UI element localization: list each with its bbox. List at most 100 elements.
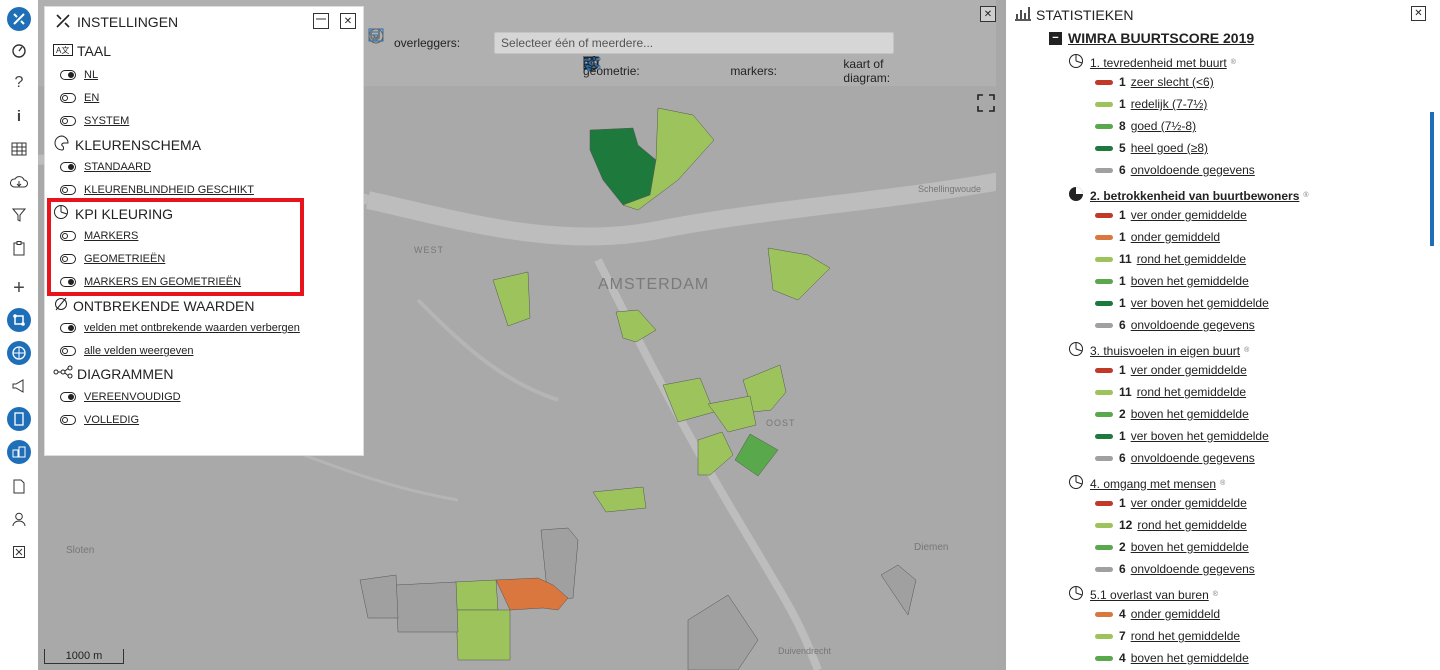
option-label[interactable]: alle velden weergeven [84, 345, 193, 357]
option-label[interactable]: EN [84, 92, 99, 104]
option-full[interactable]: VOLLEDIG [60, 414, 139, 426]
info-superscript-icon[interactable]: ® [1244, 347, 1249, 354]
toggle-off-icon[interactable] [60, 254, 76, 264]
legend-row[interactable]: 7 rond het gemiddelde [1095, 629, 1240, 643]
settings-tools-icon[interactable] [7, 7, 31, 31]
legend-row[interactable]: 1 onder gemiddeld [1095, 230, 1220, 244]
globe-icon[interactable] [7, 341, 31, 365]
legend-label[interactable]: onder gemiddeld [1131, 230, 1220, 244]
legend-label[interactable]: boven het gemiddelde [1131, 274, 1249, 288]
group-title[interactable]: WIMRA BUURTSCORE 2019 [1068, 30, 1254, 46]
filter-icon[interactable] [583, 56, 693, 81]
toggle-on-icon[interactable] [60, 392, 76, 402]
legend-label[interactable]: onvoldoende gegevens [1131, 562, 1255, 576]
legend-row[interactable]: 11 rond het gemiddelde [1095, 252, 1246, 266]
option-en[interactable]: EN [60, 92, 99, 104]
legend-label[interactable]: ver onder gemiddelde [1131, 363, 1247, 377]
toggle-off-icon[interactable] [60, 93, 76, 103]
legend-row[interactable]: 1 redelijk (7-7½) [1095, 97, 1207, 111]
info-superscript-icon[interactable]: ® [1213, 591, 1218, 598]
legend-row[interactable]: 6 onvoldoende gegevens [1095, 562, 1255, 576]
legend-row[interactable]: 2 boven het gemiddelde [1095, 540, 1249, 554]
toggle-on-icon[interactable] [60, 162, 76, 172]
buildings-icon[interactable] [7, 440, 31, 464]
user-icon[interactable] [7, 507, 31, 531]
kpi-title[interactable]: 3. thuisvoelen in eigen buurt [1090, 344, 1240, 358]
legend-label[interactable]: boven het gemiddelde [1131, 407, 1249, 421]
kpi-header[interactable]: 3. thuisvoelen in eigen buurt ® [1068, 341, 1249, 360]
option-nl[interactable]: NL [60, 69, 98, 81]
option-label[interactable]: GEOMETRIEËN [84, 253, 165, 265]
kpi-title[interactable]: 5.1 overlast van buren [1090, 588, 1209, 602]
dashboard-gauge-icon[interactable] [7, 38, 31, 62]
legend-row[interactable]: 2 boven het gemiddelde [1095, 407, 1249, 421]
option-markers[interactable]: MARKERS [60, 230, 138, 242]
option-label[interactable]: MARKERS EN GEOMETRIEËN [84, 276, 241, 288]
legend-row[interactable]: 1 ver onder gemiddelde [1095, 496, 1247, 510]
legend-label[interactable]: rond het gemiddelde [1137, 518, 1246, 532]
option-hide-missing[interactable]: velden met ontbrekende waarden verbergen [60, 322, 300, 334]
legend-row[interactable]: 4 onder gemiddeld [1095, 607, 1220, 621]
scrollbar[interactable] [1430, 112, 1434, 246]
legend-row[interactable]: 4 boven het gemiddelde [1095, 651, 1249, 665]
clipboard-icon[interactable] [7, 236, 31, 260]
legend-label[interactable]: ver boven het gemiddelde [1131, 296, 1269, 310]
legend-label[interactable]: ver onder gemiddelde [1131, 496, 1247, 510]
toggle-off-icon[interactable] [60, 346, 76, 356]
option-label[interactable]: velden met ontbrekende waarden verbergen [84, 322, 300, 334]
option-markers-and-geometries[interactable]: MARKERS EN GEOMETRIEËN [60, 276, 241, 288]
toggle-off-icon[interactable] [60, 116, 76, 126]
option-label[interactable]: STANDAARD [84, 161, 151, 173]
option-standard[interactable]: STANDAARD [60, 161, 151, 173]
kpi-title[interactable]: 1. tevredenheid met buurt [1090, 56, 1227, 70]
info-superscript-icon[interactable]: ® [1220, 480, 1225, 487]
option-label[interactable]: VOLLEDIG [84, 414, 139, 426]
collapse-icon[interactable]: − [1049, 31, 1062, 45]
legend-row[interactable]: 6 onvoldoende gegevens [1095, 318, 1255, 332]
kpi-title[interactable]: 4. omgang met mensen [1090, 477, 1216, 491]
kpi-header[interactable]: 5.1 overlast van buren ® [1068, 585, 1218, 604]
table-icon[interactable] [7, 137, 31, 161]
legend-label[interactable]: onder gemiddeld [1131, 607, 1220, 621]
map-pin-icon[interactable] [583, 56, 717, 81]
info-icon[interactable]: i [7, 104, 31, 128]
close-box-icon[interactable] [7, 540, 31, 564]
fullscreen-icon[interactable] [976, 93, 996, 113]
legend-row[interactable]: 5 heel goed (≥8) [1095, 141, 1208, 155]
legend-label[interactable]: goed (7½-8) [1131, 119, 1196, 133]
legend-label[interactable]: boven het gemiddelde [1131, 651, 1249, 665]
option-label[interactable]: SYSTEM [84, 115, 129, 127]
legend-row[interactable]: 11 rond het gemiddelde [1095, 385, 1246, 399]
group-header[interactable]: − WIMRA BUURTSCORE 2019 [1049, 30, 1254, 46]
info-superscript-icon[interactable]: ® [1231, 59, 1236, 66]
legend-label[interactable]: ver boven het gemiddelde [1131, 429, 1269, 443]
map-icon[interactable] [583, 56, 954, 81]
option-geometries[interactable]: GEOMETRIEËN [60, 253, 165, 265]
toggle-off-icon[interactable] [60, 415, 76, 425]
legend-row[interactable]: 1 boven het gemiddelde [1095, 274, 1249, 288]
legend-row[interactable]: 8 goed (7½-8) [1095, 119, 1196, 133]
option-system[interactable]: SYSTEM [60, 115, 129, 127]
close-map-button[interactable]: ✕ [980, 6, 996, 22]
legend-label[interactable]: rond het gemiddelde [1137, 252, 1246, 266]
magnet-icon[interactable] [370, 30, 943, 53]
option-show-all[interactable]: alle velden weergeven [60, 345, 193, 357]
legend-row[interactable]: 1 ver onder gemiddelde [1095, 363, 1247, 377]
legend-row[interactable]: 1 ver boven het gemiddelde [1095, 296, 1269, 310]
globe-icon[interactable] [584, 57, 669, 81]
toggle-on-icon[interactable] [60, 277, 76, 287]
legend-label[interactable]: ver onder gemiddelde [1131, 208, 1247, 222]
megaphone-icon[interactable] [7, 374, 31, 398]
kpi-header[interactable]: 4. omgang met mensen ® [1068, 474, 1225, 493]
legend-label[interactable]: heel goed (≥8) [1131, 141, 1208, 155]
legend-label[interactable]: onvoldoende gegevens [1131, 318, 1255, 332]
kpi-header[interactable]: 2. betrokkenheid van buurtbewoners ® [1068, 186, 1309, 205]
document-icon[interactable] [7, 474, 31, 498]
toggle-off-icon[interactable] [60, 231, 76, 241]
option-label[interactable]: NL [84, 69, 98, 81]
toggle-on-icon[interactable] [60, 323, 76, 333]
kpi-title[interactable]: 2. betrokkenheid van buurtbewoners [1090, 189, 1299, 203]
chevron-down-circle-icon[interactable] [368, 28, 917, 53]
option-colorblind[interactable]: KLEURENBLINDHEID GESCHIKT [60, 184, 254, 196]
legend-label[interactable]: zeer slecht (<6) [1131, 75, 1214, 89]
